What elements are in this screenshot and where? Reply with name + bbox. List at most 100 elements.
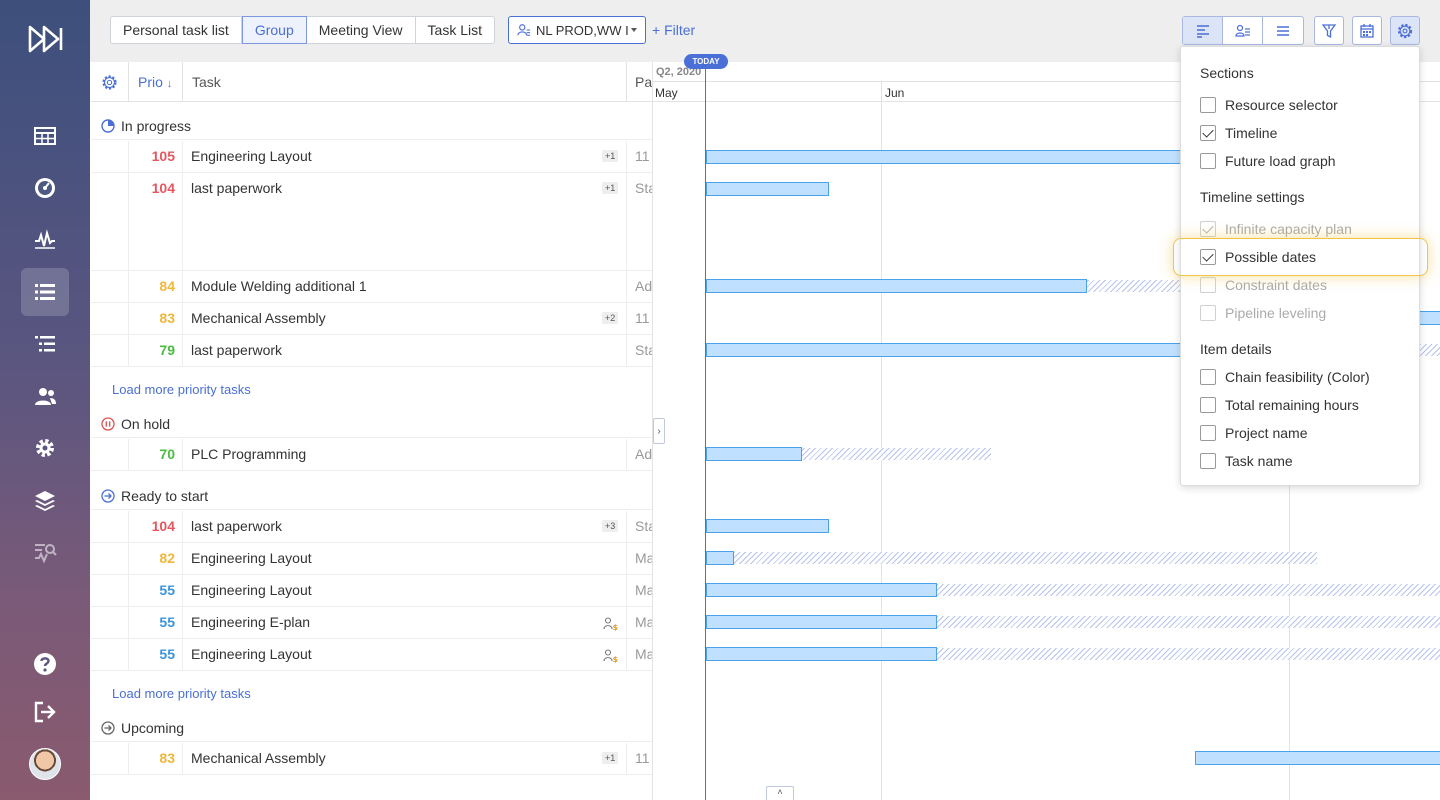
resource-view-button[interactable] bbox=[1223, 17, 1263, 44]
nav-tree-list[interactable] bbox=[21, 320, 69, 368]
pa-column-header[interactable]: Pa bbox=[635, 74, 652, 90]
checkbox[interactable] bbox=[1200, 153, 1216, 169]
chevron-down-icon bbox=[631, 28, 637, 32]
table-row[interactable]: 84 Module Welding additional 1 Ad bbox=[91, 271, 653, 303]
tab-task-list[interactable]: Task List bbox=[416, 17, 494, 43]
collapse-panel-handle[interactable]: › bbox=[653, 418, 665, 444]
task-bar[interactable] bbox=[706, 647, 937, 661]
option-task-name[interactable]: Task name bbox=[1200, 451, 1293, 471]
filter-funnel-button[interactable] bbox=[1314, 16, 1344, 45]
gear-icon bbox=[36, 439, 54, 457]
task-bar[interactable] bbox=[706, 182, 829, 196]
section-on-hold[interactable]: On hold bbox=[91, 408, 652, 438]
option-chain-feasibility[interactable]: Chain feasibility (Color) bbox=[1200, 367, 1370, 387]
option-timeline[interactable]: Timeline bbox=[1200, 123, 1277, 143]
filter-button[interactable]: + Filter bbox=[652, 22, 695, 38]
settings-button[interactable] bbox=[1390, 16, 1420, 45]
column-divider bbox=[128, 62, 129, 102]
section-upcoming[interactable]: Upcoming bbox=[91, 712, 652, 742]
expand-bottom-handle[interactable]: ˄ bbox=[766, 786, 794, 800]
task-bar[interactable] bbox=[706, 447, 802, 461]
table-row[interactable]: 55 Engineering E-plan $ Ma bbox=[91, 607, 653, 639]
task-bar[interactable] bbox=[706, 519, 829, 533]
prio-column-header[interactable]: Prio ↓ bbox=[138, 74, 172, 90]
nav-users[interactable] bbox=[21, 372, 69, 420]
resource-cost-icon[interactable]: $ bbox=[603, 616, 618, 631]
load-more-link[interactable]: Load more priority tasks bbox=[112, 686, 251, 701]
table-row[interactable]: 55 Engineering Layout Ma bbox=[91, 575, 652, 607]
task-bar[interactable] bbox=[706, 583, 937, 597]
app-logo-icon[interactable] bbox=[28, 24, 64, 54]
list-icon bbox=[35, 284, 55, 300]
nav-help[interactable] bbox=[21, 640, 69, 688]
load-more-link[interactable]: Load more priority tasks bbox=[112, 382, 251, 397]
task-bar[interactable] bbox=[706, 343, 1246, 357]
gantt-view-button[interactable] bbox=[1183, 17, 1223, 44]
tab-personal-task-list[interactable]: Personal task list bbox=[111, 17, 242, 43]
nav-logout[interactable] bbox=[21, 688, 69, 736]
task-pa: Ma bbox=[635, 614, 653, 630]
checkbox[interactable] bbox=[1200, 453, 1216, 469]
group-select[interactable]: NL PROD,WW I bbox=[508, 16, 646, 44]
task-name: Mechanical Assembly bbox=[191, 750, 326, 766]
sidebar bbox=[0, 0, 90, 800]
checkbox[interactable] bbox=[1200, 397, 1216, 413]
task-bar[interactable] bbox=[1418, 311, 1440, 325]
nav-pulse[interactable] bbox=[21, 216, 69, 264]
table-row[interactable]: 70 PLC Programming Ad bbox=[91, 439, 653, 471]
table-row[interactable]: 82 Engineering Layout Ma bbox=[91, 543, 652, 575]
checkbox[interactable] bbox=[1200, 425, 1216, 441]
task-prio: 83 bbox=[159, 310, 175, 326]
nav-grid[interactable] bbox=[21, 112, 69, 160]
dashboard-icon bbox=[35, 178, 55, 198]
table-row[interactable]: 104 last paperwork +1 Sta bbox=[91, 173, 652, 271]
task-bar[interactable] bbox=[706, 551, 734, 565]
section-in-progress[interactable]: In progress bbox=[91, 110, 652, 140]
table-row[interactable]: 105 Engineering Layout +1 11 bbox=[91, 141, 652, 173]
group-select-value: NL PROD,WW I bbox=[536, 22, 629, 38]
nav-list[interactable] bbox=[21, 268, 69, 316]
nav-dashboard[interactable] bbox=[21, 164, 69, 212]
gantt-icon bbox=[1196, 24, 1209, 38]
task-prio: 105 bbox=[151, 148, 175, 164]
avatar[interactable] bbox=[29, 748, 61, 780]
resource-cost-icon[interactable]: $ bbox=[603, 648, 618, 663]
checkbox[interactable] bbox=[1200, 369, 1216, 385]
option-project-name[interactable]: Project name bbox=[1200, 423, 1307, 443]
tab-meeting-view[interactable]: Meeting View bbox=[307, 17, 416, 43]
calendar-button[interactable] bbox=[1352, 16, 1382, 45]
option-resource-selector[interactable]: Resource selector bbox=[1200, 95, 1338, 115]
nav-analytics[interactable] bbox=[21, 528, 69, 576]
nav-layers[interactable] bbox=[21, 476, 69, 524]
task-bar[interactable] bbox=[1195, 751, 1440, 765]
task-name: Engineering Layout bbox=[191, 582, 312, 598]
checkbox[interactable] bbox=[1200, 125, 1216, 141]
option-future-load-graph[interactable]: Future load graph bbox=[1200, 151, 1336, 171]
task-bar[interactable] bbox=[706, 150, 1246, 164]
option-label: Infinite capacity plan bbox=[1225, 221, 1352, 237]
task-name: Engineering Layout bbox=[191, 646, 312, 662]
possible-dates-range bbox=[802, 448, 991, 460]
tab-group[interactable]: Group bbox=[241, 16, 307, 44]
table-row[interactable]: 104 last paperwork +3 Sta bbox=[91, 511, 652, 543]
checkbox bbox=[1200, 277, 1216, 293]
task-column-header[interactable]: Task bbox=[192, 74, 221, 90]
table-row[interactable]: 55 Engineering Layout $ Ma bbox=[91, 639, 652, 671]
layers-icon bbox=[35, 491, 55, 511]
section-ready-to-start[interactable]: Ready to start bbox=[91, 480, 652, 510]
checkbox bbox=[1200, 221, 1216, 237]
table-row[interactable]: 83 Mechanical Assembly +1 11 bbox=[91, 743, 652, 775]
pause-icon bbox=[101, 417, 115, 431]
task-pa: Ad bbox=[635, 446, 653, 462]
list-view-button[interactable] bbox=[1263, 17, 1303, 44]
task-bar[interactable] bbox=[706, 279, 1087, 293]
table-row[interactable]: 79 last paperwork Sta bbox=[91, 335, 652, 367]
checkbox[interactable] bbox=[1200, 97, 1216, 113]
column-settings-icon[interactable] bbox=[101, 74, 118, 91]
nav-settings[interactable] bbox=[21, 424, 69, 472]
count-badge: +3 bbox=[602, 520, 619, 532]
option-total-remaining-hours[interactable]: Total remaining hours bbox=[1200, 395, 1359, 415]
task-pa: Ad bbox=[635, 278, 653, 294]
table-row[interactable]: 83 Mechanical Assembly +2 11 bbox=[91, 303, 652, 335]
task-bar[interactable] bbox=[706, 615, 937, 629]
